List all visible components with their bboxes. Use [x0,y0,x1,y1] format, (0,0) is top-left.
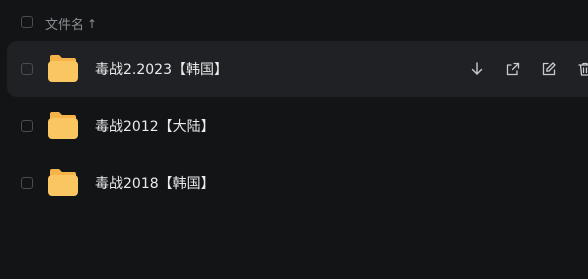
edit-icon[interactable] [539,59,559,79]
folder-icon [48,55,78,82]
file-row[interactable]: 毒战2018【韩国】 [7,155,588,211]
download-icon[interactable] [467,59,487,79]
select-all-checkbox[interactable] [21,16,33,28]
file-name[interactable]: 毒战2018【韩国】 [95,173,215,193]
folder-icon [48,169,78,196]
name-column-header[interactable]: 文件名 ↑ [45,14,98,34]
file-name[interactable]: 毒战2012【大陆】 [95,116,215,136]
row-checkbox[interactable] [21,63,33,75]
name-column-label: 文件名 [45,18,85,33]
share-icon[interactable] [503,59,523,79]
file-row[interactable]: 毒战2012【大陆】 [7,98,588,154]
delete-icon[interactable] [575,59,588,79]
row-checkbox[interactable] [21,177,33,189]
file-name[interactable]: 毒战2.2023【韩国】 [95,59,228,79]
folder-icon [48,112,78,139]
sort-asc-icon: ↑ [87,16,98,31]
row-checkbox[interactable] [21,120,33,132]
file-row[interactable]: 毒战2.2023【韩国】 [7,41,588,97]
file-list-header: 文件名 ↑ [0,6,588,38]
file-list: 文件名 ↑ 毒战2.2023【韩国】 毒战2012【大陆】 毒战2018【韩国】 [0,0,588,279]
row-actions [467,59,588,79]
